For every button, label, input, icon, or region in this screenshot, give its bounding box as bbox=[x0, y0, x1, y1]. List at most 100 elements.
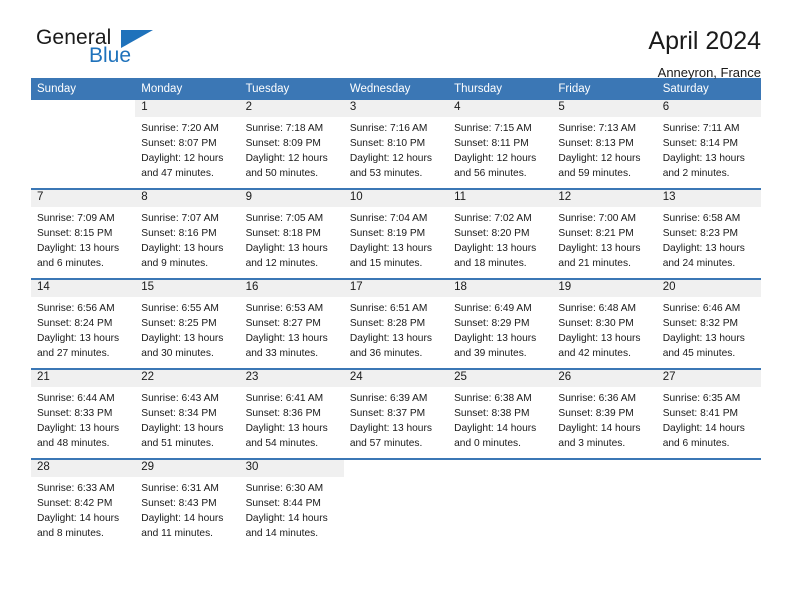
day-details: Sunrise: 7:04 AM Sunset: 8:19 PM Daylight:… bbox=[344, 207, 448, 272]
sunset-text: Sunset: 8:21 PM bbox=[558, 227, 634, 239]
day-number bbox=[552, 460, 657, 477]
day-cell-inner: 22 Sunrise: 6:43 AM Sunset: 8:34 PM Dayligh… bbox=[135, 370, 240, 458]
day-details: Sunrise: 7:02 AM Sunset: 8:20 PM Daylight:… bbox=[448, 207, 552, 272]
day-cell-inner: 2 Sunrise: 7:18 AM Sunset: 8:09 PM Daylight… bbox=[239, 100, 344, 188]
day-details bbox=[344, 477, 448, 482]
calendar-day-cell[interactable]: 19 Sunrise: 6:48 AM Sunset: 8:30 PM Dayligh… bbox=[552, 278, 657, 369]
day-number: 8 bbox=[135, 190, 240, 207]
calendar-day-cell[interactable]: 10 Sunrise: 7:04 AM Sunset: 8:19 PM Dayligh… bbox=[343, 188, 449, 279]
calendar-day-cell[interactable]: 2 Sunrise: 7:18 AM Sunset: 8:09 PM Daylight… bbox=[239, 100, 344, 189]
daylight-text-line2: and 12 minutes. bbox=[245, 257, 319, 269]
general-blue-logo[interactable]: General Blue bbox=[31, 26, 201, 78]
calendar-day-cell[interactable]: 22 Sunrise: 6:43 AM Sunset: 8:34 PM Dayligh… bbox=[135, 368, 240, 459]
sunset-text: Sunset: 8:36 PM bbox=[245, 407, 321, 419]
daylight-text-line1: Daylight: 14 hours bbox=[454, 422, 537, 434]
daylight-text-line2: and 11 minutes. bbox=[141, 527, 214, 539]
daylight-text-line1: Daylight: 13 hours bbox=[558, 332, 641, 344]
day-details: Sunrise: 6:38 AM Sunset: 8:38 PM Daylight:… bbox=[448, 387, 552, 452]
sunrise-text: Sunrise: 6:56 AM bbox=[37, 303, 115, 314]
calendar-day-cell[interactable]: 27 Sunrise: 6:35 AM Sunset: 8:41 PM Dayligh… bbox=[656, 368, 761, 459]
day-number: 20 bbox=[656, 280, 761, 297]
sunrise-text: Sunrise: 7:04 AM bbox=[349, 213, 428, 224]
calendar-day-cell[interactable]: 17 Sunrise: 6:51 AM Sunset: 8:28 PM Dayligh… bbox=[343, 278, 449, 369]
sunrise-text: Sunrise: 6:36 AM bbox=[558, 393, 636, 404]
day-details: Sunrise: 6:55 AM Sunset: 8:25 PM Daylight:… bbox=[135, 297, 239, 362]
day-details: Sunrise: 6:35 AM Sunset: 8:41 PM Daylight:… bbox=[657, 387, 761, 452]
calendar-page: General Blue April 2024 Anneyron, France… bbox=[0, 0, 792, 612]
calendar-day-cell[interactable]: 7 Sunrise: 7:09 AM Sunset: 8:15 PM Daylight… bbox=[31, 188, 136, 279]
sunrise-text: Sunrise: 7:16 AM bbox=[349, 123, 428, 134]
calendar-day-cell[interactable]: 9 Sunrise: 7:05 AM Sunset: 8:18 PM Daylight… bbox=[239, 188, 344, 279]
sunrise-text: Sunrise: 6:39 AM bbox=[349, 393, 428, 404]
calendar-day-cell[interactable]: 29 Sunrise: 6:31 AM Sunset: 8:43 PM Dayligh… bbox=[135, 458, 240, 548]
day-number: 9 bbox=[239, 190, 344, 207]
calendar-day-cell[interactable]: 13 Sunrise: 6:58 AM Sunset: 8:23 PM Dayligh… bbox=[656, 188, 761, 279]
daylight-text-line2: and 3 minutes. bbox=[558, 437, 626, 449]
day-details: Sunrise: 6:31 AM Sunset: 8:43 PM Daylight:… bbox=[135, 477, 239, 542]
calendar-day-cell[interactable]: 30 Sunrise: 6:30 AM Sunset: 8:44 PM Dayligh… bbox=[239, 458, 344, 548]
daylight-text-line1: Daylight: 13 hours bbox=[558, 242, 641, 254]
calendar-day-cell[interactable]: 21 Sunrise: 6:44 AM Sunset: 8:33 PM Dayligh… bbox=[31, 368, 136, 459]
calendar-day-cell[interactable]: 18 Sunrise: 6:49 AM Sunset: 8:29 PM Dayligh… bbox=[448, 278, 553, 369]
sunrise-text: Sunrise: 6:55 AM bbox=[141, 303, 219, 314]
calendar-day-cell[interactable]: 5 Sunrise: 7:13 AM Sunset: 8:13 PM Daylight… bbox=[552, 100, 657, 189]
daylight-text-line2: and 6 minutes. bbox=[37, 257, 104, 269]
sunset-text: Sunset: 8:16 PM bbox=[141, 227, 217, 239]
daylight-text-line1: Daylight: 13 hours bbox=[662, 332, 745, 344]
calendar-day-cell[interactable]: 16 Sunrise: 6:53 AM Sunset: 8:27 PM Dayligh… bbox=[239, 278, 344, 369]
day-cell-inner: 26 Sunrise: 6:36 AM Sunset: 8:39 PM Dayligh… bbox=[552, 370, 657, 458]
daylight-text-line2: and 2 minutes. bbox=[662, 167, 730, 179]
day-number: 2 bbox=[239, 100, 344, 117]
daylight-text-line1: Daylight: 13 hours bbox=[662, 242, 745, 254]
calendar-day-cell[interactable]: 12 Sunrise: 7:00 AM Sunset: 8:21 PM Dayligh… bbox=[552, 188, 657, 279]
day-cell-inner: 24 Sunrise: 6:39 AM Sunset: 8:37 PM Dayligh… bbox=[343, 370, 449, 458]
calendar-day-cell[interactable]: 23 Sunrise: 6:41 AM Sunset: 8:36 PM Dayligh… bbox=[239, 368, 344, 459]
day-number: 29 bbox=[135, 460, 240, 477]
sunrise-text: Sunrise: 7:13 AM bbox=[558, 123, 636, 134]
day-number: 3 bbox=[343, 100, 449, 117]
calendar-body: 1 Sunrise: 7:20 AM Sunset: 8:07 PM Daylight… bbox=[31, 100, 761, 548]
sunset-text: Sunset: 8:19 PM bbox=[349, 227, 426, 239]
calendar-day-cell[interactable]: 8 Sunrise: 7:07 AM Sunset: 8:16 PM Daylight… bbox=[135, 188, 240, 279]
calendar-day-cell[interactable]: 20 Sunrise: 6:46 AM Sunset: 8:32 PM Dayligh… bbox=[656, 278, 761, 369]
sunset-text: Sunset: 8:25 PM bbox=[141, 317, 217, 329]
day-number: 15 bbox=[135, 280, 240, 297]
daylight-text-line1: Daylight: 13 hours bbox=[454, 242, 537, 254]
day-cell-inner: 12 Sunrise: 7:00 AM Sunset: 8:21 PM Dayligh… bbox=[552, 190, 657, 278]
day-details bbox=[657, 477, 761, 482]
day-number: 7 bbox=[31, 190, 136, 207]
day-cell-inner: 11 Sunrise: 7:02 AM Sunset: 8:20 PM Dayligh… bbox=[448, 190, 553, 278]
calendar-day-cell[interactable]: 26 Sunrise: 6:36 AM Sunset: 8:39 PM Dayligh… bbox=[552, 368, 657, 459]
day-number: 13 bbox=[656, 190, 761, 207]
calendar-day-cell[interactable]: 15 Sunrise: 6:55 AM Sunset: 8:25 PM Dayligh… bbox=[135, 278, 240, 369]
day-cell-inner: 16 Sunrise: 6:53 AM Sunset: 8:27 PM Dayligh… bbox=[239, 280, 344, 368]
sunset-text: Sunset: 8:24 PM bbox=[37, 317, 113, 329]
page-title: April 2024 bbox=[648, 27, 761, 55]
calendar-day-cell[interactable]: 25 Sunrise: 6:38 AM Sunset: 8:38 PM Dayligh… bbox=[448, 368, 553, 459]
daylight-text-line2: and 47 minutes. bbox=[141, 167, 214, 179]
day-cell-inner: 21 Sunrise: 6:44 AM Sunset: 8:33 PM Dayligh… bbox=[31, 370, 136, 458]
sunset-text: Sunset: 8:27 PM bbox=[245, 317, 321, 329]
sunrise-text: Sunrise: 6:43 AM bbox=[141, 393, 219, 404]
calendar-day-cell[interactable]: 14 Sunrise: 6:56 AM Sunset: 8:24 PM Dayligh… bbox=[31, 278, 136, 369]
calendar-day-cell[interactable]: 6 Sunrise: 7:11 AM Sunset: 8:14 PM Daylight… bbox=[656, 100, 761, 189]
day-cell-inner: 13 Sunrise: 6:58 AM Sunset: 8:23 PM Dayligh… bbox=[656, 190, 761, 278]
calendar-day-cell-empty bbox=[343, 458, 449, 548]
day-details: Sunrise: 7:07 AM Sunset: 8:16 PM Daylight:… bbox=[135, 207, 239, 272]
calendar-day-cell[interactable]: 1 Sunrise: 7:20 AM Sunset: 8:07 PM Daylight… bbox=[135, 100, 240, 189]
sunrise-text: Sunrise: 6:58 AM bbox=[662, 213, 741, 224]
day-cell-inner: 19 Sunrise: 6:48 AM Sunset: 8:30 PM Dayligh… bbox=[552, 280, 657, 368]
calendar-day-cell[interactable]: 24 Sunrise: 6:39 AM Sunset: 8:37 PM Dayligh… bbox=[343, 368, 449, 459]
daylight-text-line2: and 21 minutes. bbox=[558, 257, 631, 269]
calendar-day-cell[interactable]: 11 Sunrise: 7:02 AM Sunset: 8:20 PM Dayligh… bbox=[448, 188, 553, 279]
sunset-text: Sunset: 8:44 PM bbox=[245, 497, 321, 509]
calendar-day-cell[interactable]: 3 Sunrise: 7:16 AM Sunset: 8:10 PM Daylight… bbox=[343, 100, 449, 189]
weekday-header-tuesday: Tuesday bbox=[239, 78, 344, 100]
daylight-text-line2: and 18 minutes. bbox=[454, 257, 527, 269]
daylight-text-line2: and 6 minutes. bbox=[662, 437, 730, 449]
day-cell-inner bbox=[552, 460, 657, 548]
day-number bbox=[343, 460, 449, 477]
calendar-day-cell[interactable]: 4 Sunrise: 7:15 AM Sunset: 8:11 PM Daylight… bbox=[448, 100, 553, 189]
sunset-text: Sunset: 8:07 PM bbox=[141, 137, 217, 149]
calendar-day-cell[interactable]: 28 Sunrise: 6:33 AM Sunset: 8:42 PM Dayligh… bbox=[31, 458, 136, 548]
